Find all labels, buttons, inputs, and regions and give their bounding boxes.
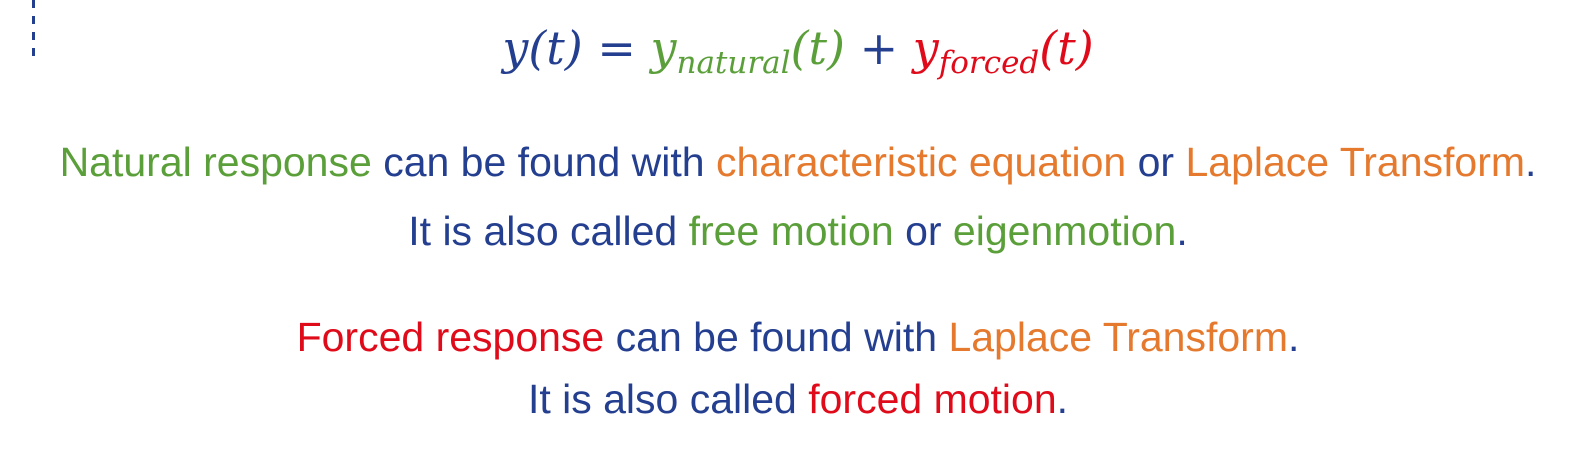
natural-response-aliases: It is also called free motion or eigenmo… [408, 208, 1188, 254]
response-equation: y(t) = ynatural(t) + yforced(t) [0, 16, 1596, 80]
equation-plus: + [844, 21, 913, 75]
natural-response-definition: Natural response can be found with chara… [59, 139, 1537, 185]
characteristic-equation-term: characteristic equation [715, 139, 1127, 185]
laplace-transform-term: Laplace Transform [948, 314, 1288, 360]
equation-forced-term: yforced(t) [912, 21, 1094, 81]
slide: y(t) = ynatural(t) + yforced(t) Natural … [0, 0, 1596, 464]
free-motion-term: free motion [688, 208, 894, 254]
equation-lhs: y(t) = [502, 21, 651, 75]
forced-response-alias: It is also called forced motion. [527, 376, 1069, 422]
forced-motion-term: forced motion [808, 376, 1057, 422]
natural-response-term: Natural response [59, 139, 372, 185]
eigenmotion-term: eigenmotion [952, 208, 1177, 254]
forced-response-definition: Forced response can be found with Laplac… [296, 314, 1300, 360]
forced-response-term: Forced response [296, 314, 605, 360]
laplace-transform-term: Laplace Transform [1185, 139, 1526, 185]
equation-natural-term: ynatural(t) [650, 21, 845, 81]
